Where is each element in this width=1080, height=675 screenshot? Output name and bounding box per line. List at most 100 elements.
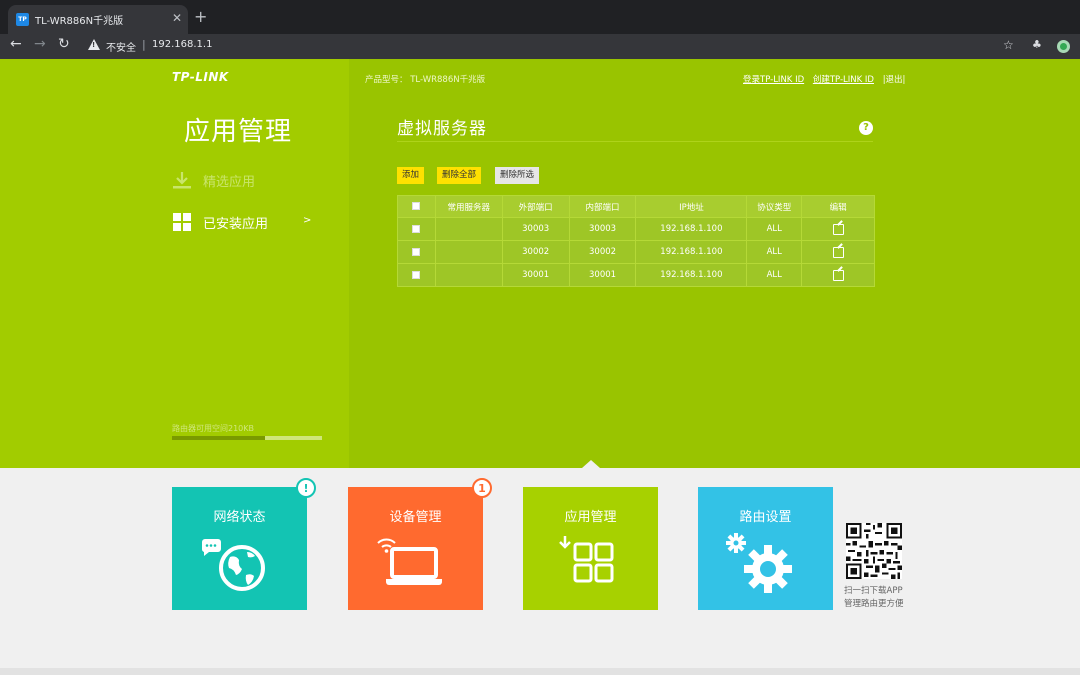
table-header-row: 常用服务器 外部端口 内部端口 IP地址 协议类型 编辑 [397, 195, 875, 218]
active-tile-pointer [582, 460, 600, 468]
protocol-cell: ALL [746, 240, 803, 264]
internal-port-cell: 30003 [568, 217, 637, 241]
sidebar-item-installed-apps[interactable]: 已安装应用 > [172, 211, 322, 235]
external-port-cell: 30001 [501, 263, 570, 287]
tile-app-management[interactable]: 应用管理 [523, 487, 658, 610]
apps-download-icon [559, 536, 614, 583]
tab-title: TL-WR886N千兆版 [35, 16, 124, 27]
edit-cell [801, 217, 875, 241]
globe-chat-icon [201, 539, 265, 591]
virtual-server-table: 常用服务器 外部端口 内部端口 IP地址 协议类型 编辑 30003 30003… [397, 195, 875, 287]
edit-icon[interactable] [832, 223, 844, 235]
qr-caption-line: 扫一扫下载APP [844, 586, 903, 596]
url-separator: | [142, 38, 146, 51]
qr-caption-line: 管理路由更方便 [844, 599, 904, 609]
browser-toolbar: ← → ↻ 不安全 | 192.168.1.1 ☆ ♣ [0, 34, 1080, 59]
favicon-icon: TP [16, 13, 29, 26]
url-text[interactable]: 192.168.1.1 [152, 39, 212, 50]
browser-tab-strip: TP TL-WR886N千兆版 ✕ + [0, 0, 1080, 34]
storage-bar-fill [172, 436, 265, 440]
grid-icon [173, 213, 191, 231]
sidebar-item-featured-apps[interactable]: 精选应用 [172, 169, 322, 193]
edit-cell [801, 263, 875, 287]
incognito-icon[interactable]: ♣ [1032, 38, 1042, 51]
download-icon [173, 172, 191, 189]
ip-address-cell: 192.168.1.100 [635, 240, 748, 264]
storage-bar [172, 436, 322, 440]
product-model: 产品型号： TL-WR886N千兆版 [365, 75, 486, 85]
storage-label: 路由器可用空间210KB [172, 424, 255, 433]
row-checkbox[interactable] [412, 247, 421, 256]
external-port-cell: 30003 [501, 217, 570, 241]
table-row: 30003 30003 192.168.1.100 ALL [397, 217, 875, 241]
service-cell [434, 263, 503, 287]
account-links: 登录TP-LINK ID 创建TP-LINK ID |退出| [743, 73, 911, 85]
add-button[interactable]: 添加 [397, 167, 425, 184]
qr-code [846, 523, 902, 579]
reload-icon[interactable]: ↻ [58, 36, 70, 52]
edit-icon[interactable] [832, 246, 844, 258]
sidebar-item-label: 已安装应用 [203, 217, 269, 232]
warning-icon[interactable] [88, 39, 100, 50]
sidebar [0, 59, 349, 468]
select-all-checkbox[interactable] [412, 202, 421, 210]
gears-icon [726, 533, 792, 593]
browser-tab[interactable]: TP TL-WR886N千兆版 ✕ [8, 5, 188, 34]
row-select-cell [397, 217, 436, 241]
column-header: 编辑 [801, 195, 875, 218]
bottom-nav: ! 网络状态 1 设备管理 应用管理 路由设置 扫一扫下载APP 管理路由更方便 [0, 468, 1080, 675]
internal-port-cell: 30001 [568, 263, 637, 287]
tile-router-settings[interactable]: 路由设置 [698, 487, 833, 610]
new-tab-icon[interactable]: + [194, 7, 207, 26]
close-tab-icon[interactable]: ✕ [172, 11, 182, 25]
tile-label: 应用管理 [564, 510, 617, 525]
select-all-cell [397, 195, 436, 218]
footer-strip [0, 668, 1080, 675]
address-bar[interactable]: 不安全 | 192.168.1.1 [80, 35, 992, 57]
ip-address-cell: 192.168.1.100 [635, 217, 748, 241]
column-header: 外部端口 [501, 195, 570, 218]
row-select-cell [397, 240, 436, 264]
bookmark-star-icon[interactable]: ☆ [1003, 38, 1014, 52]
security-label[interactable]: 不安全 [106, 39, 136, 54]
forward-icon[interactable]: → [34, 36, 46, 52]
page-title: 虚拟服务器 [397, 119, 487, 139]
title-divider [397, 141, 873, 142]
tplink-logo: TP-LINK [172, 70, 229, 84]
ip-address-cell: 192.168.1.100 [635, 263, 748, 287]
help-icon[interactable]: ? [859, 121, 873, 135]
internal-port-cell: 30002 [568, 240, 637, 264]
logout-link[interactable]: |退出| [883, 75, 906, 85]
column-header: 内部端口 [568, 195, 637, 218]
row-checkbox[interactable] [412, 224, 421, 233]
service-cell [434, 217, 503, 241]
table-row: 30002 30002 192.168.1.100 ALL [397, 240, 875, 264]
sidebar-item-label: 精选应用 [203, 175, 256, 190]
delete-all-button[interactable]: 删除全部 [437, 167, 482, 184]
column-header: IP地址 [635, 195, 748, 218]
tile-label: 设备管理 [389, 510, 442, 525]
count-badge: 1 [472, 478, 492, 498]
external-port-cell: 30002 [501, 240, 570, 264]
edit-cell [801, 240, 875, 264]
column-header: 协议类型 [746, 195, 803, 218]
login-link[interactable]: 登录TP-LINK ID [743, 75, 804, 85]
tile-network-status[interactable]: ! 网络状态 [172, 478, 316, 610]
row-select-cell [397, 263, 436, 287]
table-row: 30001 30001 192.168.1.100 ALL [397, 263, 875, 287]
tile-label: 路由设置 [739, 510, 792, 525]
row-checkbox[interactable] [412, 270, 421, 279]
column-header: 常用服务器 [434, 195, 503, 218]
extension-icon[interactable] [1057, 40, 1070, 53]
chevron-right-icon: > [303, 215, 312, 226]
tile-device-management[interactable]: 1 设备管理 [348, 478, 492, 610]
register-link[interactable]: 创建TP-LINK ID [813, 75, 874, 85]
edit-icon[interactable] [832, 269, 844, 281]
qr-caption: 扫一扫下载APP 管理路由更方便 [844, 585, 904, 611]
alert-badge: ! [296, 478, 316, 498]
protocol-cell: ALL [746, 263, 803, 287]
back-icon[interactable]: ← [10, 36, 22, 52]
service-cell [434, 240, 503, 264]
delete-selected-button[interactable]: 删除所选 [495, 167, 540, 184]
router-admin-page: TP-LINK 产品型号： TL-WR886N千兆版 登录TP-LINK ID … [0, 59, 1080, 675]
